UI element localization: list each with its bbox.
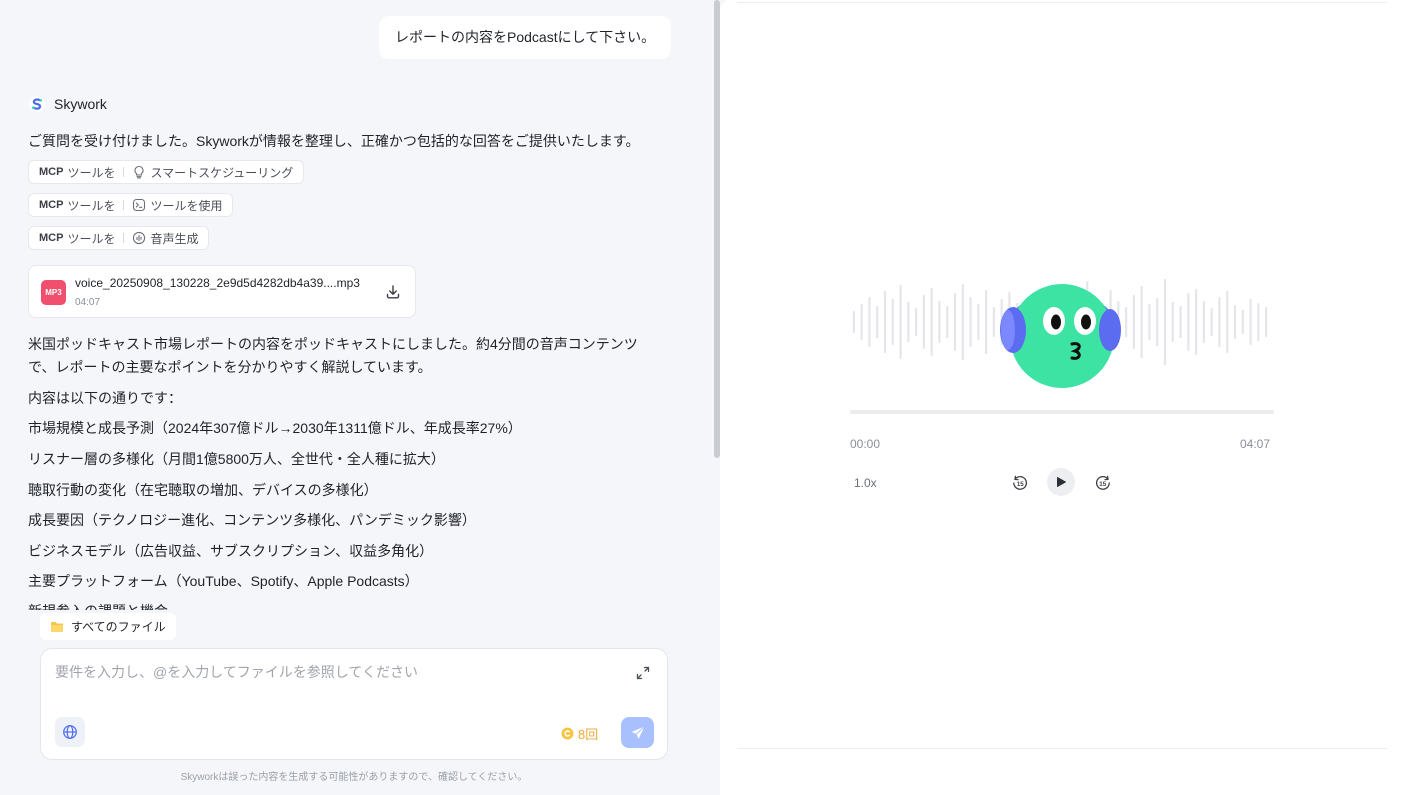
audio-file-card[interactable]: MP3 voice_20250908_130228_2e9d5d4282db4a… <box>28 265 416 318</box>
tool-name: スマートスケジューリング <box>150 165 294 180</box>
file-duration: 04:07 <box>75 297 101 308</box>
play-button[interactable] <box>1047 468 1075 496</box>
tool-name: ツールを使用 <box>150 198 223 213</box>
expand-icon[interactable] <box>636 666 650 680</box>
play-icon <box>1057 477 1066 487</box>
chat-pane: レポートの内容をPodcastにして下さい。 Skywork ご質問を受け付けま… <box>0 0 720 795</box>
list-item: 新規参入の課題と機会 <box>28 601 168 610</box>
total-time: 04:07 <box>1240 437 1271 451</box>
send-icon <box>631 725 645 739</box>
folder-icon <box>51 621 63 632</box>
chat-scroll-area[interactable]: レポートの内容をPodcastにして下さい。 Skywork ご質問を受け付けま… <box>0 0 714 610</box>
tool-prefix-label: ツールを <box>67 165 116 180</box>
list-item: 聴取行動の変化（在宅聴取の増加、デバイスの多様化） <box>28 482 378 498</box>
lightbulb-icon <box>134 165 144 179</box>
podcast-mascot-icon <box>1000 284 1121 388</box>
svg-text:15: 15 <box>1099 481 1106 488</box>
coin-icon <box>561 727 574 740</box>
divider <box>737 2 1387 3</box>
playback-speed-button[interactable]: 1.0x <box>854 476 877 490</box>
mcp-label: MCP <box>39 199 64 211</box>
credit-count: 8回 <box>578 727 599 742</box>
send-button[interactable] <box>621 717 654 748</box>
list-item: リスナー層の多様化（月間1億5800万人、全世代・全人種に拡大） <box>28 451 445 467</box>
divider <box>737 748 1387 749</box>
list-item: 主要プラットフォーム（YouTube、Spotify、Apple Podcast… <box>28 573 419 589</box>
podcast-player-pane: 00:00 04:07 1.0x 15 15 <box>720 0 1402 795</box>
download-icon[interactable] <box>384 283 402 301</box>
tool-prefix-label: ツールを <box>67 198 116 213</box>
web-search-toggle[interactable] <box>55 717 85 747</box>
tool-tag-audio[interactable]: MCP ツールを 音声生成 <box>28 226 210 250</box>
tool-name: 音声生成 <box>150 231 199 246</box>
mcp-label: MCP <box>39 166 64 178</box>
message-input[interactable]: 要件を入力し、@を入力してファイルを参照してください <box>55 662 418 682</box>
divider <box>123 167 125 177</box>
progress-bar[interactable] <box>850 410 1274 414</box>
tool-tag-use-tool[interactable]: MCP ツールを ツールを使用 <box>28 193 234 217</box>
all-files-button[interactable]: すべてのファイル <box>40 613 176 640</box>
list-intro: 内容は以下の通りです： <box>28 390 182 406</box>
skip-forward-15-icon[interactable]: 15 <box>1094 474 1112 492</box>
bot-header: Skywork <box>28 95 107 113</box>
list-item: 成長要因（テクノロジー進化、コンテンツ多様化、パンデミック影響） <box>28 512 476 528</box>
disclaimer-text: Skyworkは誤った内容を生成する可能性がありますので、確認してください。 <box>180 772 528 783</box>
mp3-file-icon: MP3 <box>41 280 66 305</box>
tool-tag-scheduling[interactable]: MCP ツールを スマートスケジューリング <box>28 160 305 184</box>
divider <box>123 233 125 243</box>
mcp-label: MCP <box>39 232 64 244</box>
skywork-logo-icon <box>29 96 45 112</box>
terminal-icon <box>133 198 146 212</box>
user-message: レポートの内容をPodcastにして下さい。 <box>379 16 672 59</box>
divider <box>123 200 125 210</box>
globe-icon <box>63 725 77 739</box>
list-item: ビジネスモデル（広告収益、サブスクリプション、収益多角化） <box>28 543 434 559</box>
credit-counter: 8回 <box>561 724 598 743</box>
audio-icon <box>133 231 146 245</box>
current-time: 00:00 <box>850 437 881 451</box>
svg-text:15: 15 <box>1017 481 1024 488</box>
tool-prefix-label: ツールを <box>67 231 116 246</box>
message-composer[interactable]: 要件を入力し、@を入力してファイルを参照してください 8回 <box>40 648 668 760</box>
list-item: 市場規模と成長予測（2024年307億ドル→2030年1311億ドル、年成長率2… <box>28 420 522 436</box>
file-name: voice_20250908_130228_2e9d5d4282db4a39..… <box>75 276 360 290</box>
all-files-label: すべてのファイル <box>71 620 166 634</box>
skip-back-15-icon[interactable]: 15 <box>1011 474 1029 492</box>
bot-name: Skywork <box>54 96 107 112</box>
response-paragraph-continued: で、レポートの主要なポイントを分かりやすく解説しています。 <box>28 359 432 375</box>
bot-intro-text: ご質問を受け付けました。Skyworkが情報を整理し、正確かつ包括的な回答をご提… <box>28 133 640 149</box>
response-paragraph: 米国ポッドキャスト市場レポートの内容をポッドキャストにしました。約4分間の音声コ… <box>28 336 638 352</box>
